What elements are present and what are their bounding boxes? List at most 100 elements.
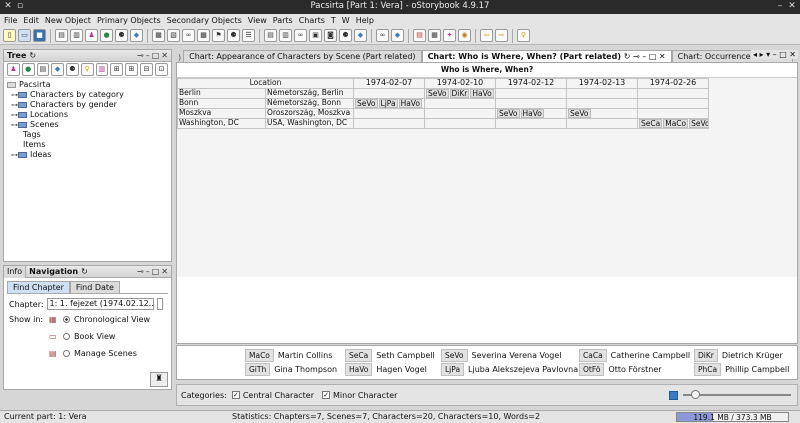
expand-handle-icon[interactable]: ⊶ — [11, 100, 18, 110]
gem-icon[interactable]: ◆ — [354, 29, 367, 42]
menu-file[interactable]: File — [4, 16, 17, 25]
character-chip[interactable]: SeVo — [497, 109, 520, 118]
tree-item[interactable]: ⊶ Ideas — [7, 150, 168, 160]
character-chip[interactable]: SeVo — [689, 119, 708, 128]
maximize-panel-icon[interactable]: □ — [152, 267, 160, 276]
go-button[interactable]: ♜ — [150, 372, 168, 387]
close-icon[interactable]: ✕ — [789, 50, 796, 59]
character-chip[interactable]: SeCa — [639, 119, 663, 128]
maximize-panel-icon[interactable]: □ — [152, 51, 160, 60]
menu-primary-objects[interactable]: Primary Objects — [97, 16, 161, 25]
tree-item[interactable]: ⊶ Locations — [7, 110, 168, 120]
collapse-all-icon[interactable]: ⊟ — [140, 63, 153, 76]
scene-icon[interactable]: ▥ — [70, 29, 83, 42]
forward-arrow-icon[interactable]: ⇨ — [495, 29, 508, 42]
show-in-option[interactable]: ▭ Book View — [49, 328, 150, 345]
refresh-icon[interactable]: ↻ — [29, 51, 36, 60]
tree-root[interactable]: Pacsirta — [7, 80, 168, 90]
filter-character-icon[interactable]: ♟ — [7, 63, 20, 76]
open-folder-icon[interactable]: ▭ — [18, 29, 31, 42]
dots-icon[interactable]: ⚈ — [339, 29, 352, 42]
chapter-icon[interactable]: ▤ — [55, 29, 68, 42]
filter-tag-icon[interactable]: ◆ — [51, 63, 64, 76]
minimize-panel-icon[interactable]: – — [146, 267, 150, 276]
back-arrow-icon[interactable]: ⇦ — [480, 29, 493, 42]
pin-icon[interactable]: ⊸ — [137, 267, 144, 276]
category-checkbox[interactable]: ✓ Minor Character — [322, 391, 397, 400]
tab-appearance-chart[interactable]: Chart: Appearance of Characters by Scene… — [183, 50, 422, 62]
chrono-view-icon[interactable]: ▧ — [167, 29, 180, 42]
tab-info[interactable]: Info — [4, 265, 27, 278]
table-icon[interactable]: ▤ — [264, 29, 277, 42]
tree-item[interactable]: ⊶ Scenes — [7, 120, 168, 130]
tree-item[interactable]: Items — [7, 140, 168, 150]
book-view-icon[interactable]: ▦ — [152, 29, 165, 42]
menu-parts[interactable]: Parts — [273, 16, 293, 25]
menu-secondary-objects[interactable]: Secondary Objects — [167, 16, 242, 25]
menu-edit[interactable]: Edit — [23, 16, 39, 25]
tag-icon[interactable]: ◆ — [130, 29, 143, 42]
tag2-icon[interactable]: ◆ — [391, 29, 404, 42]
menu-help[interactable]: Help — [356, 16, 374, 25]
show-in-option[interactable]: ▦ Chronological View — [49, 311, 150, 328]
minimize-panel-icon[interactable]: – — [146, 51, 150, 60]
expand-handle-icon[interactable]: ⊶ — [11, 90, 18, 100]
link2-icon[interactable]: ∞ — [376, 29, 389, 42]
grid-icon[interactable]: ▩ — [197, 29, 210, 42]
photo-icon[interactable]: ◙ — [324, 29, 337, 42]
tab-find-chapter[interactable]: Find Chapter — [7, 281, 70, 293]
radio-button[interactable] — [63, 333, 70, 340]
memory-bar[interactable]: 119.1 MB / 373.3 MB — [676, 412, 789, 422]
chapter-dropdown-icon[interactable] — [156, 298, 163, 310]
location-icon[interactable]: ● — [100, 29, 113, 42]
menu-w[interactable]: W — [342, 16, 350, 25]
close-panel-icon[interactable]: ✕ — [161, 51, 168, 60]
pin-icon[interactable]: ⊸ — [137, 51, 144, 60]
circle-icon[interactable]: ⚈ — [227, 29, 240, 42]
chapter-select[interactable]: 1: 1. fejezet (1974.02.12.... — [46, 298, 154, 310]
save-icon[interactable]: ■ — [33, 29, 46, 42]
tab-find-date[interactable]: Find Date — [69, 281, 120, 293]
expand-all-icon[interactable]: ⊞ — [125, 63, 138, 76]
options-icon[interactable]: ⊡ — [155, 63, 168, 76]
puzzle-icon[interactable]: ✦ — [443, 29, 456, 42]
filter-scene-icon[interactable]: ▤ — [36, 63, 50, 76]
menu-view[interactable]: View — [248, 16, 267, 25]
expand-handle-icon[interactable]: ⊶ — [11, 110, 18, 120]
table2-icon[interactable]: ▥ — [279, 29, 292, 42]
character-chip[interactable]: HaVo — [520, 109, 544, 118]
new-file-icon[interactable]: ▯ — [3, 29, 16, 42]
window-close-icon[interactable]: ✕ — [787, 1, 797, 11]
bulb-icon[interactable]: ♀ — [517, 29, 530, 42]
character-chip[interactable]: HaVo — [398, 99, 422, 108]
flag-icon[interactable]: ⚑ — [212, 29, 225, 42]
filter-part-icon[interactable]: ▥ — [95, 63, 109, 76]
character-icon[interactable]: ♟ — [85, 29, 98, 42]
radio-button[interactable] — [63, 350, 70, 357]
character-chip[interactable]: DiKr — [449, 89, 470, 98]
filter-location-icon[interactable]: ● — [21, 63, 35, 76]
close-panel-icon[interactable]: ✕ — [161, 267, 168, 276]
menu-new-object[interactable]: New Object — [45, 16, 91, 25]
expand-handle-icon[interactable]: ⊶ — [11, 120, 18, 130]
idea-icon[interactable]: ◉ — [458, 29, 471, 42]
link-icon[interactable]: ∞ — [182, 29, 195, 42]
tab-list-icon[interactable]: ▾ — [766, 50, 770, 59]
expand-handle-icon[interactable]: ⊶ — [11, 150, 18, 160]
filter-grid-icon[interactable]: ⊞ — [110, 63, 123, 76]
character-chip[interactable]: SeVo — [355, 99, 378, 108]
menu-charts[interactable]: Charts — [299, 16, 325, 25]
tab-who-is-where-chart[interactable]: Chart: Who is Where, When? (Part related… — [421, 50, 672, 62]
maximize-icon[interactable]: □ — [779, 50, 787, 59]
radio-button[interactable] — [63, 316, 70, 323]
tree-item[interactable]: ⊶ Characters by category — [7, 90, 168, 100]
menu-t[interactable]: T — [331, 16, 336, 25]
character-chip[interactable]: SeVo — [426, 89, 449, 98]
scroll-left-icon[interactable]: ) — [176, 53, 183, 62]
calendar-icon[interactable]: ▦ — [428, 29, 441, 42]
category-checkbox[interactable]: ✓ Central Character — [231, 391, 314, 400]
tree-item[interactable]: ⊶ Characters by gender — [7, 100, 168, 110]
tab-controls-icon[interactable]: ↻ ⊸ – □ ✕ — [624, 52, 666, 61]
character-chip[interactable]: SeVo — [568, 109, 591, 118]
zoom-slider-handle[interactable] — [691, 390, 700, 399]
